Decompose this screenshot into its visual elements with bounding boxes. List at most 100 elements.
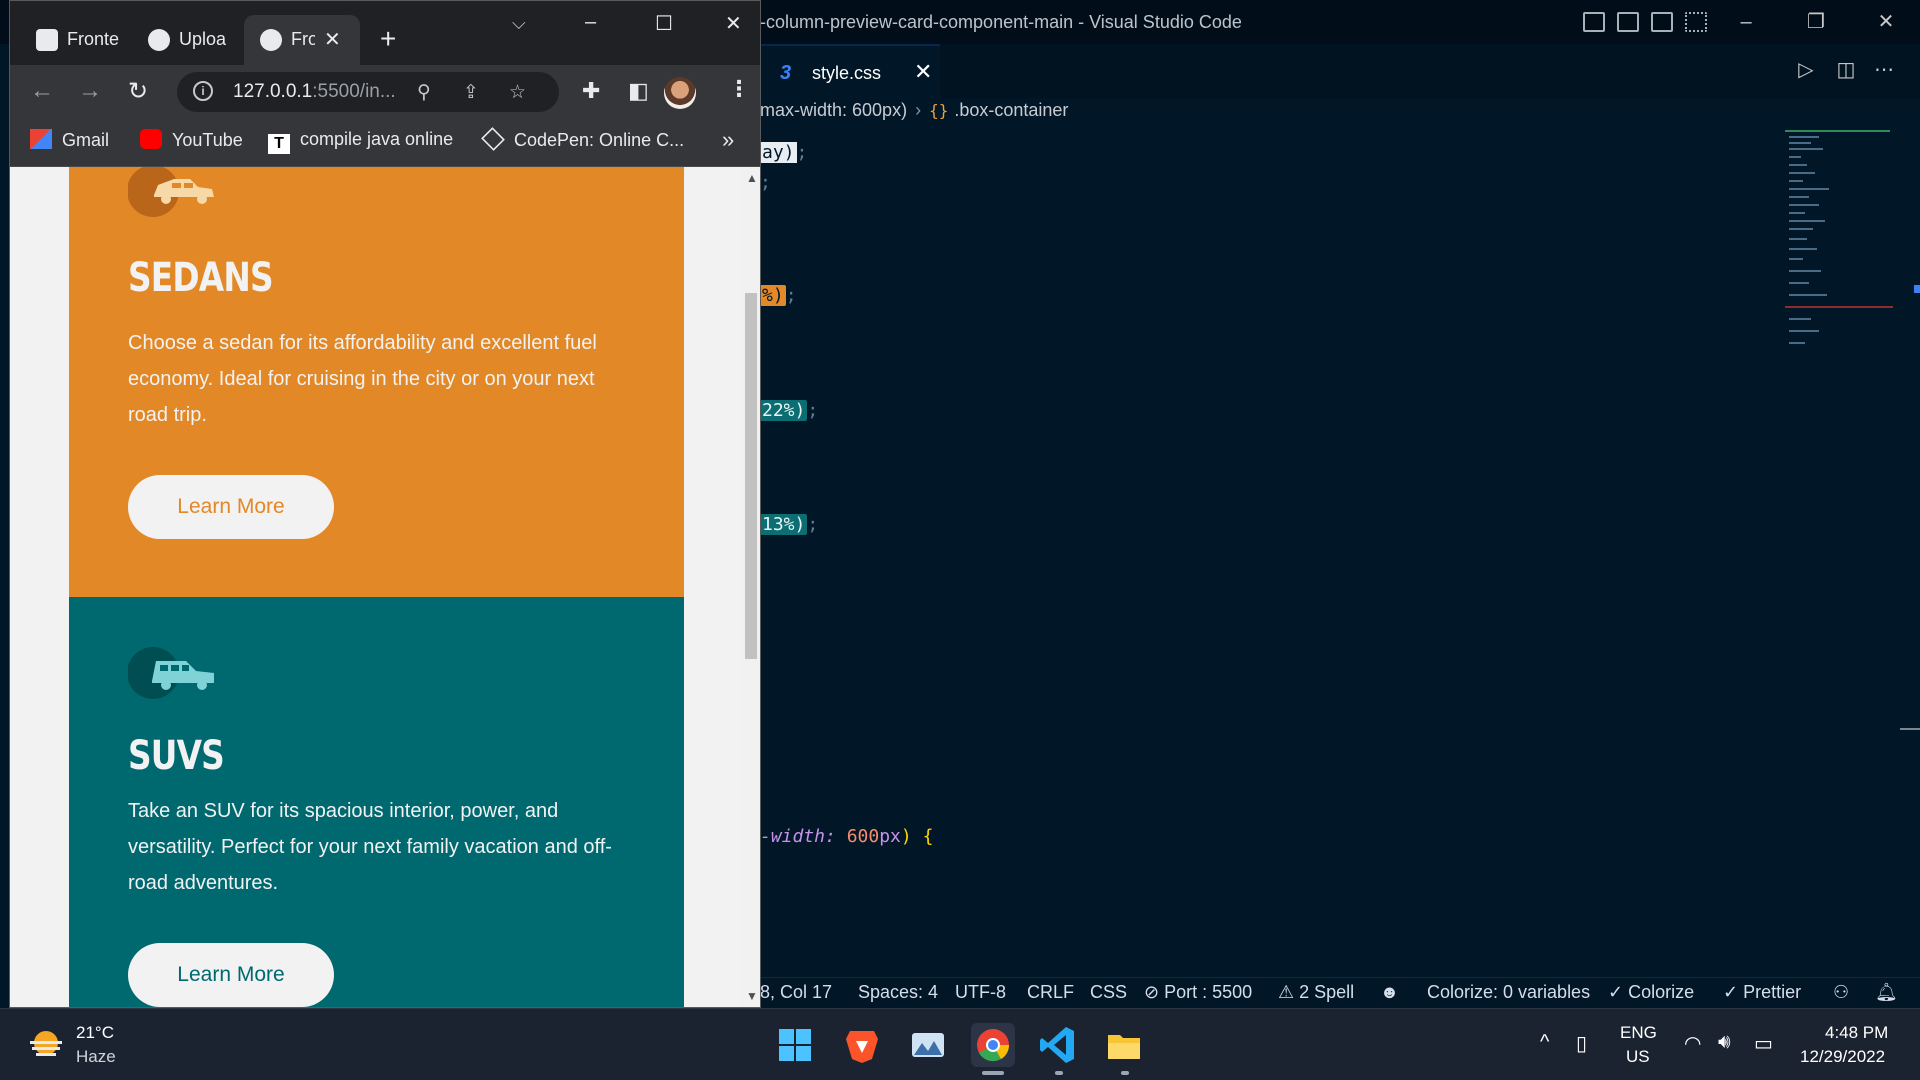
new-tab-icon[interactable]: + xyxy=(380,23,396,55)
breadcrumb-item[interactable]: .box-container xyxy=(954,100,1068,120)
close-icon[interactable]: ✕ xyxy=(725,11,742,36)
sedan-car-icon xyxy=(128,167,214,217)
toggle-primary-sidebar-icon[interactable] xyxy=(1583,12,1605,32)
brave-lion-icon xyxy=(846,1031,878,1063)
bookmark-codepen[interactable]: CodePen: Online C... xyxy=(481,127,684,151)
learn-more-button[interactable]: Learn More xyxy=(128,475,334,539)
browser-toolbar: ← → ↻ i 127.0.0.1:5500/in... ⚲ ⇪ ☆ ✚ ◧ ⋮ xyxy=(10,65,760,119)
status-cursor-position[interactable]: 8, Col 17 xyxy=(760,982,832,1003)
bookmark-youtube[interactable]: YouTube xyxy=(140,129,243,151)
status-port-label: Port : 5500 xyxy=(1164,982,1253,1002)
language-indicator[interactable]: ENG xyxy=(1620,1023,1657,1043)
toggle-secondary-sidebar-icon[interactable] xyxy=(1651,12,1673,32)
code-token: px xyxy=(879,826,901,847)
status-colorize-label: Colorize xyxy=(1628,982,1695,1002)
address-bar[interactable]: i 127.0.0.1:5500/in... ⚲ ⇪ ☆ xyxy=(177,72,559,112)
close-icon[interactable]: ✕ xyxy=(1866,8,1906,36)
scroll-thumb[interactable] xyxy=(745,293,757,659)
minimize-icon[interactable]: – xyxy=(1726,8,1766,36)
extensions-puzzle-icon[interactable]: ✚ xyxy=(582,78,600,104)
back-arrow-icon[interactable]: ← xyxy=(30,77,54,105)
status-encoding[interactable]: UTF-8 xyxy=(955,982,1006,1003)
code-line: 13%); xyxy=(760,514,818,535)
maximize-icon[interactable]: ☐ xyxy=(655,11,673,36)
status-live-server[interactable]: ⊘ Port : 5500 xyxy=(1144,982,1252,1003)
volume-icon[interactable]: 🔊︎ xyxy=(1718,1031,1731,1054)
tab-style-css[interactable]: 3 style.css ✕ xyxy=(760,44,940,98)
windows-start-icon[interactable] xyxy=(773,1023,817,1067)
status-language[interactable]: CSS xyxy=(1090,982,1127,1003)
toggle-panel-icon[interactable] xyxy=(1617,12,1639,32)
run-icon[interactable]: ▷ xyxy=(1794,58,1818,82)
status-colorize-variables[interactable]: Colorize: 0 variables xyxy=(1427,982,1590,1003)
bookmark-label: compile java online xyxy=(300,129,454,149)
code-token: ; xyxy=(796,142,808,163)
haze-weather-icon[interactable] xyxy=(28,1027,64,1063)
browser-tab[interactable]: Uploa xyxy=(132,15,242,65)
code-editor[interactable]: ay); ; %); 22%); 13%); -width: 600px) { xyxy=(760,130,1920,965)
usb-device-icon[interactable]: ▯ xyxy=(1576,1031,1587,1056)
bookmark-gmail[interactable]: Gmail xyxy=(30,129,109,151)
learn-more-button[interactable]: Learn More xyxy=(128,943,334,1007)
minimap[interactable] xyxy=(1785,130,1895,380)
share-icon[interactable]: ⇪ xyxy=(463,81,479,104)
profile-avatar[interactable] xyxy=(664,77,696,109)
tab-search-icon[interactable]: ⌵ xyxy=(512,13,526,34)
customize-layout-icon[interactable] xyxy=(1685,12,1707,32)
forward-arrow-icon[interactable]: → xyxy=(78,77,102,105)
restore-icon[interactable]: ❐ xyxy=(1796,8,1836,36)
status-prettier[interactable]: ✓ Prettier xyxy=(1723,982,1801,1003)
code-token: ; xyxy=(807,514,819,535)
active-app-indicator xyxy=(982,1071,1004,1075)
tab-title: Uploa xyxy=(179,29,227,49)
close-tab-icon[interactable]: ✕ xyxy=(324,27,341,52)
notifications-bell-icon[interactable]: 🔔︎ xyxy=(1875,982,1898,1003)
brave-browser-icon[interactable] xyxy=(840,1023,884,1067)
weather-condition[interactable]: Haze xyxy=(76,1047,116,1067)
file-explorer-icon[interactable] xyxy=(1102,1023,1146,1067)
t-icon: T xyxy=(268,134,290,154)
photos-app-icon[interactable] xyxy=(906,1023,950,1067)
side-panel-icon[interactable]: ◧ xyxy=(628,78,649,104)
more-bookmarks-chevron-icon[interactable]: » xyxy=(722,127,734,153)
bookmark-compile-java[interactable]: Tcompile java online xyxy=(268,129,453,154)
language-region[interactable]: US xyxy=(1626,1047,1650,1067)
scroll-up-arrow-icon[interactable]: ▲ xyxy=(746,171,758,185)
clock-time[interactable]: 4:48 PM xyxy=(1825,1023,1888,1043)
battery-charging-icon[interactable]: ▭ xyxy=(1754,1031,1773,1056)
info-icon[interactable]: i xyxy=(193,81,213,101)
frontend-mentor-icon xyxy=(260,29,282,51)
browser-tab[interactable]: Fronte xyxy=(20,15,132,65)
wifi-icon[interactable]: ◠ xyxy=(1684,1031,1701,1056)
more-actions-icon[interactable]: ⋯ xyxy=(1872,58,1896,82)
check-icon: ✓ xyxy=(1608,982,1629,1002)
zoom-icon[interactable]: ⚲ xyxy=(417,81,431,104)
vscode-taskbar-icon[interactable] xyxy=(1036,1023,1080,1067)
scroll-down-arrow-icon[interactable]: ▼ xyxy=(746,989,758,1003)
browser-tab-active[interactable]: Fro ✕ xyxy=(244,15,360,65)
page-scrollbar[interactable]: ▲ ▼ xyxy=(740,167,760,1007)
chrome-taskbar-icon[interactable] xyxy=(971,1023,1015,1067)
breadcrumb-item[interactable]: max-width: 600px) xyxy=(760,100,907,120)
bookmark-star-icon[interactable]: ☆ xyxy=(509,81,526,104)
minimize-icon[interactable]: – xyxy=(585,11,596,34)
weather-temperature[interactable]: 21°C xyxy=(76,1023,114,1043)
reload-icon[interactable]: ↻ xyxy=(128,77,148,106)
status-bar: 8, Col 17 Spaces: 4 UTF-8 CRLF CSS ⊘ Por… xyxy=(760,977,1920,1008)
status-indentation[interactable]: Spaces: 4 xyxy=(858,982,938,1003)
show-hidden-icons-chevron-icon[interactable]: ^ xyxy=(1540,1031,1549,1054)
clock-date[interactable]: 12/29/2022 xyxy=(1800,1047,1885,1067)
status-colorize[interactable]: ✓ Colorize xyxy=(1608,982,1694,1003)
code-token: ay) xyxy=(760,142,797,163)
status-eol[interactable]: CRLF xyxy=(1027,982,1074,1003)
close-tab-icon[interactable]: ✕ xyxy=(914,59,932,85)
folder-icon xyxy=(1108,1035,1140,1059)
card-title: SEDANS xyxy=(128,255,274,301)
copilot-icon[interactable]: ☻ xyxy=(1380,982,1399,1003)
suv-car-icon xyxy=(128,647,214,699)
kebab-menu-icon[interactable]: ⋮ xyxy=(728,76,750,102)
split-editor-icon[interactable]: ◫ xyxy=(1834,58,1858,82)
feedback-icon[interactable]: ⚇ xyxy=(1833,982,1849,1003)
status-spell[interactable]: ⚠ 2 Spell xyxy=(1278,982,1354,1003)
bookmark-label: YouTube xyxy=(172,130,243,150)
